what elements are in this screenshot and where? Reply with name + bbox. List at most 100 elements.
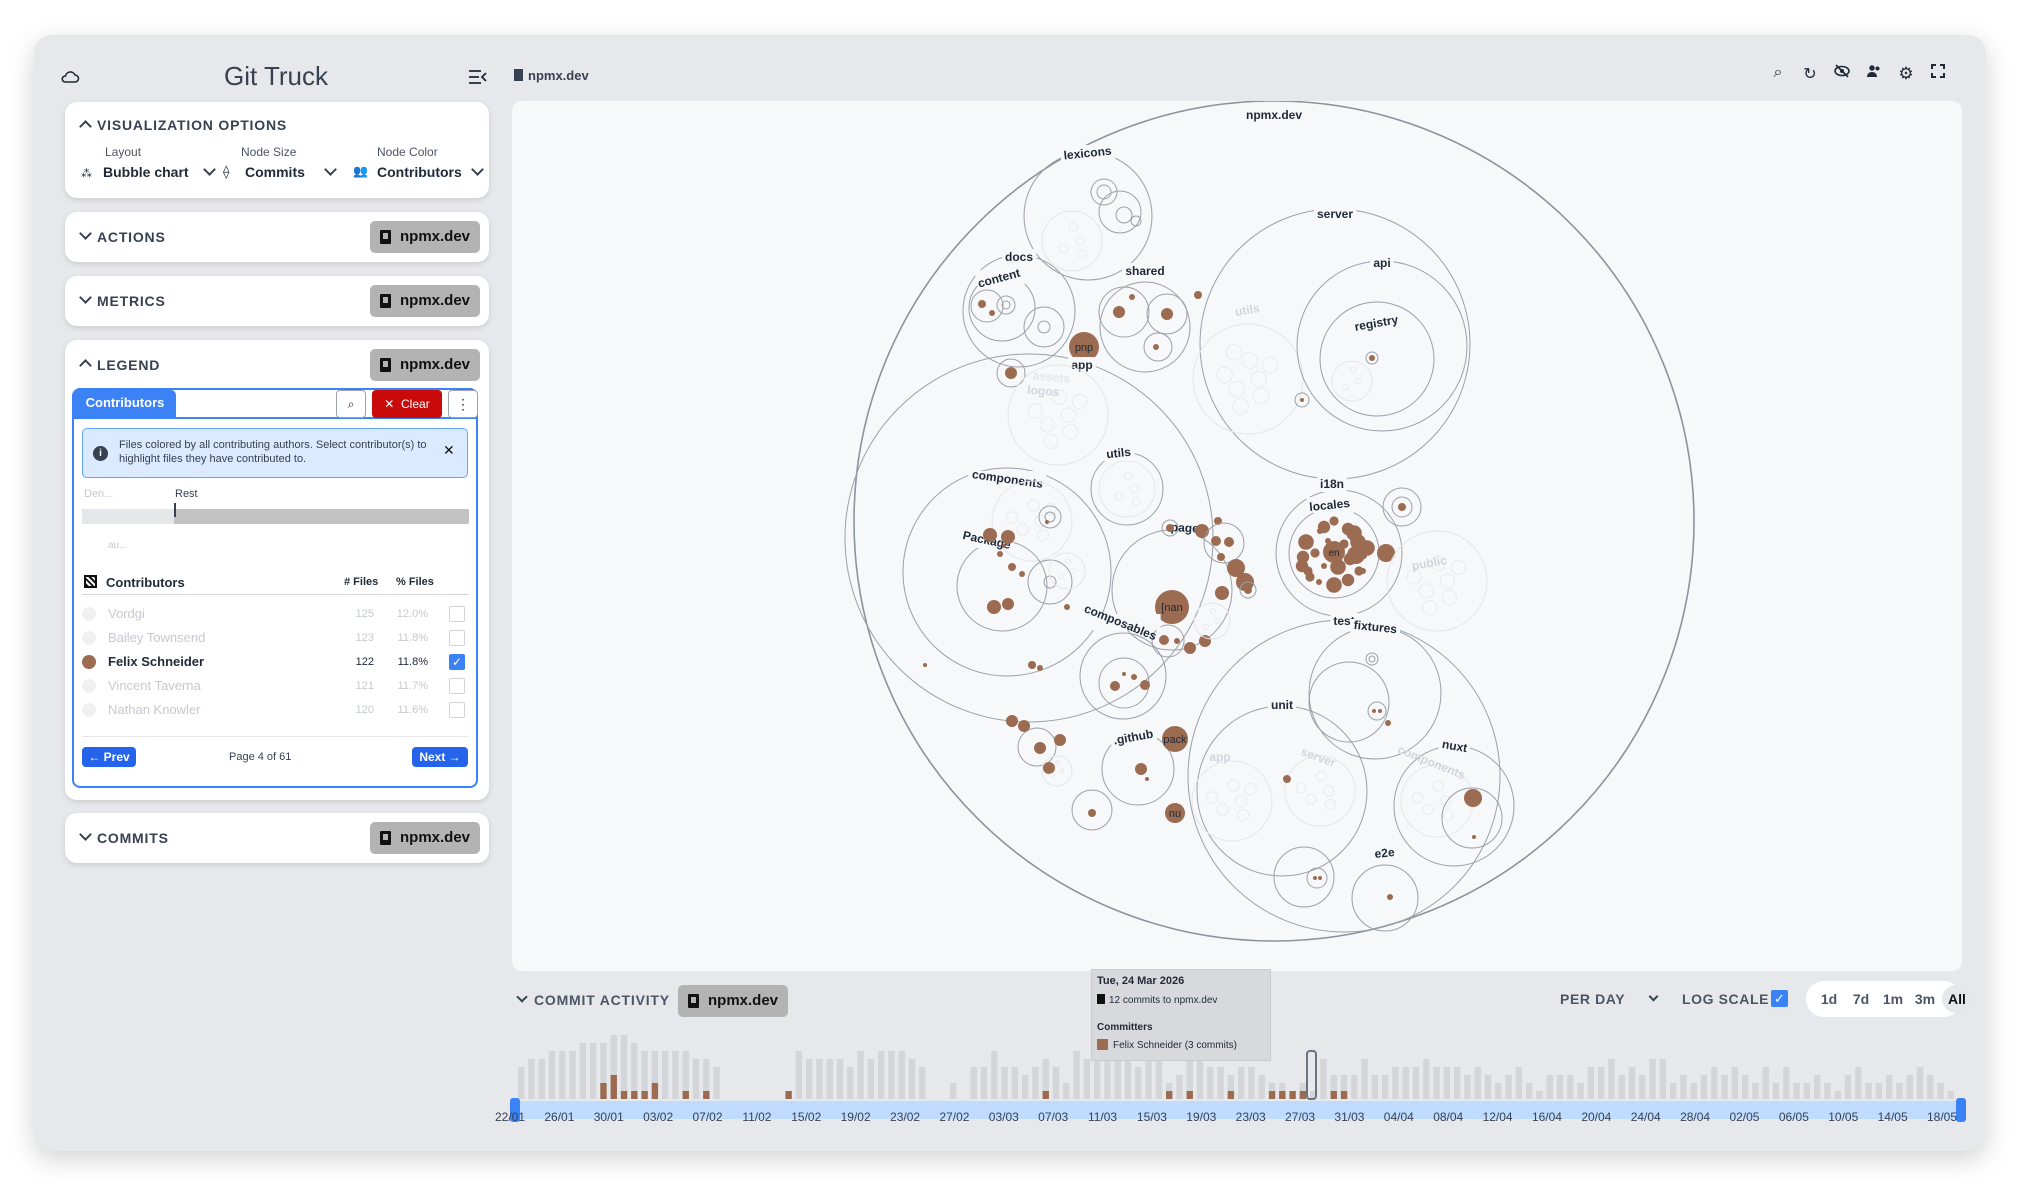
faded-file-bubble[interactable]: [1216, 803, 1229, 816]
commit-bar[interactable]: [1392, 1067, 1399, 1099]
actions-panel[interactable]: ACTIONS npmx.dev: [65, 212, 489, 262]
contributor-checkbox[interactable]: ✓: [449, 654, 465, 670]
commit-bar[interactable]: [1875, 1083, 1883, 1099]
log-scale-checkbox[interactable]: ✓: [1771, 990, 1788, 1007]
commits-panel[interactable]: COMMITS npmx.dev: [65, 813, 489, 863]
commit-bar[interactable]: [1443, 1067, 1451, 1099]
highlighted-file-bubble[interactable]: [923, 663, 927, 667]
commit-bar[interactable]: [590, 1043, 597, 1099]
contributor-commit-bar[interactable]: [1289, 1091, 1296, 1099]
highlighted-file-bubble[interactable]: [1283, 775, 1291, 783]
commit-bar[interactable]: [692, 1059, 700, 1099]
collapse-chevron-icon[interactable]: [79, 359, 92, 372]
faded-file-bubble[interactable]: [1234, 794, 1248, 808]
highlighted-file-bubble[interactable]: [989, 310, 995, 316]
refresh-icon[interactable]: ↻: [1800, 64, 1820, 84]
highlighted-file-bubble[interactable]: [1174, 638, 1180, 644]
commit-bar[interactable]: [1567, 1075, 1574, 1099]
faded-file-bubble[interactable]: [1450, 559, 1467, 575]
highlighted-file-bubble[interactable]: [1217, 553, 1225, 561]
commit-bar[interactable]: [579, 1043, 587, 1099]
highlighted-file-bubble[interactable]: [1153, 344, 1159, 350]
highlighted-file-bubble[interactable]: [1305, 572, 1315, 582]
commit-bar[interactable]: [518, 1067, 525, 1099]
faded-file-bubble[interactable]: [1075, 236, 1086, 246]
commit-bar[interactable]: [1526, 1083, 1533, 1099]
faded-file-bubble[interactable]: [1060, 407, 1077, 423]
file-bubble[interactable]: [1090, 452, 1164, 526]
highlighted-file-bubble[interactable]: [1122, 672, 1126, 676]
file-bubble[interactable]: [1367, 701, 1387, 721]
commit-bar[interactable]: [1772, 1083, 1780, 1099]
file-bubble[interactable]: [1037, 320, 1051, 334]
commit-bar[interactable]: [1320, 1059, 1327, 1099]
faded-file-bubble[interactable]: [1114, 491, 1124, 501]
faded-file-bubble[interactable]: [1422, 599, 1438, 616]
commit-bar[interactable]: [1423, 1059, 1430, 1099]
commit-bar[interactable]: [1793, 1083, 1800, 1099]
commit-bar[interactable]: [1495, 1083, 1502, 1099]
faded-file-bubble[interactable]: [1027, 499, 1040, 512]
faded-file-bubble[interactable]: [1432, 780, 1444, 792]
contributor-commit-bar[interactable]: [703, 1091, 710, 1099]
highlighted-file-bubble[interactable]: [1199, 635, 1211, 647]
size-select[interactable]: ⟠ Commits: [223, 162, 338, 184]
file-bubble[interactable]: [1368, 655, 1376, 663]
commit-bar[interactable]: [1052, 1067, 1060, 1099]
commit-bar[interactable]: [1258, 1075, 1265, 1099]
commit-bar[interactable]: [1536, 1091, 1543, 1099]
contributor-commit-bar[interactable]: [631, 1091, 638, 1099]
commit-bar[interactable]: [1484, 1075, 1492, 1099]
highlighted-file-bubble[interactable]: [1347, 546, 1365, 564]
highlighted-file-bubble[interactable]: [1369, 355, 1375, 361]
faded-file-bubble[interactable]: [1214, 617, 1221, 625]
commit-bar[interactable]: [1783, 1067, 1790, 1099]
faded-file-bubble[interactable]: [1324, 799, 1336, 811]
commit-bar[interactable]: [826, 1059, 833, 1099]
commit-bar[interactable]: [1382, 1075, 1389, 1099]
folder-bubble[interactable]: [1099, 281, 1191, 373]
highlighted-file-bubble[interactable]: [978, 300, 986, 308]
faded-folder-bubble[interactable]: [1192, 323, 1304, 435]
commit-bar[interactable]: [1855, 1067, 1862, 1099]
commit-bar[interactable]: [1587, 1067, 1595, 1099]
highlighted-file-bubble[interactable]: [1310, 548, 1320, 558]
commit-bar[interactable]: [1238, 1067, 1245, 1099]
commit-bar[interactable]: [1022, 1075, 1029, 1099]
commit-bar[interactable]: [1176, 1075, 1183, 1099]
faded-file-bubble[interactable]: [1295, 782, 1307, 794]
highlighted-file-bubble[interactable]: [1045, 520, 1049, 524]
panel-header[interactable]: VISUALIZATION OPTIONS: [97, 117, 287, 133]
commit-bar[interactable]: [1700, 1075, 1708, 1099]
contributor-commit-bar[interactable]: [651, 1083, 659, 1099]
highlighted-file-bubble[interactable]: [1005, 367, 1017, 379]
commit-bar[interactable]: [1063, 1083, 1070, 1099]
contributor-commit-bar[interactable]: [1279, 1091, 1286, 1099]
commit-bar[interactable]: [1618, 1075, 1625, 1099]
file-bubble[interactable]: [1365, 652, 1379, 666]
distribution-bar[interactable]: [82, 503, 469, 524]
faded-file-bubble[interactable]: [1039, 417, 1055, 433]
highlighted-file-bubble[interactable]: [997, 551, 1003, 557]
folder-bubble[interactable]: [1199, 208, 1471, 480]
commit-bar[interactable]: [1402, 1067, 1409, 1099]
faded-file-bubble[interactable]: [1315, 770, 1327, 782]
faded-file-bubble[interactable]: [1342, 383, 1349, 391]
commit-bar[interactable]: [1814, 1075, 1821, 1099]
file-bubble[interactable]: [1273, 846, 1335, 908]
highlighted-file-bubble[interactable]: [1129, 294, 1135, 300]
contributor-commit-bar[interactable]: [1166, 1091, 1173, 1099]
contributor-commit-bar[interactable]: [1299, 1091, 1307, 1099]
highlighted-file-bubble[interactable]: [1244, 586, 1252, 594]
commit-bar[interactable]: [991, 1051, 998, 1099]
prev-page-button[interactable]: ← Prev: [82, 747, 136, 767]
highlighted-file-bubble[interactable]: [1131, 674, 1137, 680]
commit-bar[interactable]: [950, 1083, 957, 1099]
contributor-checkbox[interactable]: [449, 678, 465, 694]
commit-bar[interactable]: [816, 1059, 823, 1099]
highlighted-file-bubble[interactable]: [1215, 586, 1229, 600]
cloud-icon[interactable]: [60, 67, 80, 87]
highlighted-file-bubble[interactable]: [1195, 524, 1209, 538]
file-bubble[interactable]: [1115, 206, 1133, 224]
commit-bar[interactable]: [1094, 1059, 1101, 1099]
